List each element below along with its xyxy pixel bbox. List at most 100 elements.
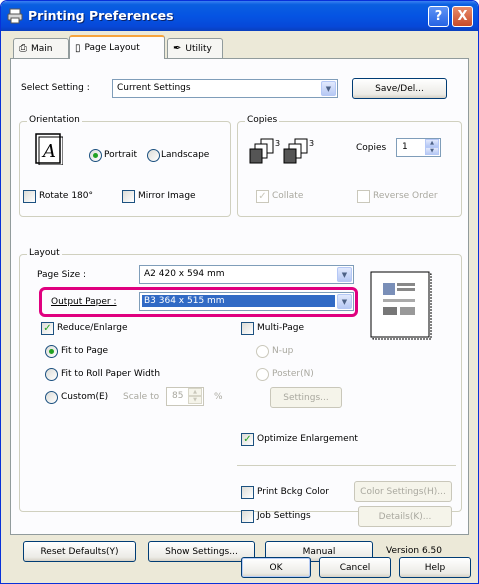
show-settings-label: Show Settings... <box>165 546 238 557</box>
svg-text:3: 3 <box>309 139 314 148</box>
orientation-title: Orientation <box>27 115 82 125</box>
layout-separator <box>237 465 456 466</box>
copies-label: Copies <box>356 143 387 153</box>
printing-preferences-window: Printing Preferences ? X ⎙ Main ▯ Page L… <box>0 0 479 584</box>
n-up-label: N-up <box>272 346 294 356</box>
reduce-enlarge-label: Reduce/Enlarge <box>57 323 128 333</box>
multi-page-label: Multi-Page <box>257 323 305 333</box>
portrait-label: Portrait <box>104 150 138 160</box>
output-paper-dropdown[interactable]: B3 364 x 515 mm ▼ <box>139 292 354 311</box>
window-title: Printing Preferences <box>28 8 174 23</box>
color-settings-label: Color Settings(H)... <box>360 486 446 497</box>
page-layout-icon: ▯ <box>75 42 81 54</box>
spin-down-icon[interactable]: ▼ <box>188 396 202 404</box>
print-bckg-color-label: Print Bckg Color <box>257 487 329 497</box>
svg-text:A: A <box>41 141 56 162</box>
manual-label: Manual <box>302 546 336 557</box>
help-title-button[interactable]: ? <box>428 6 449 27</box>
ok-button[interactable]: OK <box>241 557 311 578</box>
layout-title: Layout <box>27 248 62 258</box>
version-label: Version 6.50 <box>386 546 442 556</box>
percent-label: % <box>214 392 223 402</box>
save-del-label: Save/Del... <box>375 83 424 94</box>
chevron-down-icon: ▼ <box>337 294 352 309</box>
cancel-button[interactable]: Cancel <box>319 557 391 578</box>
n-up-radio[interactable] <box>256 345 269 358</box>
select-setting-label: Select Setting : <box>21 83 90 93</box>
job-settings-checkbox[interactable] <box>241 510 254 523</box>
optimize-enlargement-checkbox[interactable]: ✓ <box>241 433 254 446</box>
optimize-enlargement-label: Optimize Enlargement <box>257 434 358 444</box>
scale-stepper[interactable]: 85 ▲ ▼ <box>166 387 204 406</box>
landscape-label: Landscape <box>161 150 210 160</box>
collate-label: Collate <box>272 191 304 201</box>
copies-stepper[interactable]: 1 ▲ ▼ <box>396 138 441 157</box>
page-size-label: Page Size : <box>37 270 87 280</box>
printer-icon <box>7 8 23 24</box>
reverse-order-checkbox[interactable] <box>357 190 370 203</box>
custom-radio[interactable] <box>45 391 58 404</box>
landscape-radio[interactable] <box>147 149 160 162</box>
scale-value: 85 <box>172 391 184 401</box>
tab-page-layout-label: Page Layout <box>84 43 140 53</box>
show-settings-button[interactable]: Show Settings... <box>148 541 255 562</box>
svg-text:3: 3 <box>275 139 280 148</box>
details-label: Details(K)... <box>378 511 432 522</box>
page-size-value: A2 420 x 594 mm <box>144 269 225 279</box>
tab-utility[interactable]: ✒ Utility <box>167 38 223 58</box>
copies-group: Copies <box>237 115 462 217</box>
save-del-button[interactable]: Save/Del... <box>352 78 447 99</box>
reset-defaults-label: Reset Defaults(Y) <box>40 546 119 557</box>
chevron-down-icon: ▼ <box>337 267 352 282</box>
help-label: Help <box>424 562 446 573</box>
close-icon: X <box>457 9 468 24</box>
spin-down-icon[interactable]: ▼ <box>425 147 439 155</box>
rotate-180-label: Rotate 180° <box>39 191 94 201</box>
select-setting-value: Current Settings <box>117 83 191 93</box>
fit-to-page-label: Fit to Page <box>61 346 109 356</box>
mirror-image-label: Mirror Image <box>138 191 196 201</box>
details-button[interactable]: Details(K)... <box>358 506 452 527</box>
cancel-label: Cancel <box>339 562 371 573</box>
close-button[interactable]: X <box>452 6 473 27</box>
output-paper-label: Output Paper : <box>51 297 117 307</box>
fit-to-roll-label: Fit to Roll Paper Width <box>61 369 161 379</box>
poster-radio[interactable] <box>256 368 269 381</box>
collate-pages-icon: 3 3 <box>249 138 314 164</box>
page-preview-icon <box>370 271 432 340</box>
reduce-enlarge-checkbox[interactable]: ✓ <box>41 322 54 335</box>
job-settings-label: Job Settings <box>257 511 311 521</box>
reset-defaults-button[interactable]: Reset Defaults(Y) <box>23 541 136 562</box>
help-icon: ? <box>434 9 443 24</box>
help-button[interactable]: Help <box>399 557 471 578</box>
fit-to-page-radio[interactable] <box>45 345 58 358</box>
wrench-icon: ✒ <box>173 43 182 54</box>
title-bar[interactable]: Printing Preferences ? X <box>1 1 478 31</box>
ok-label: OK <box>269 562 283 573</box>
tab-main-label: Main <box>31 43 53 54</box>
tab-main[interactable]: ⎙ Main <box>13 38 69 58</box>
print-bckg-color-checkbox[interactable] <box>241 486 254 499</box>
settings-button[interactable]: Settings... <box>270 387 342 408</box>
chevron-down-icon: ▼ <box>321 81 336 96</box>
scale-to-label: Scale to <box>123 392 160 402</box>
color-settings-button[interactable]: Color Settings(H)... <box>354 481 452 502</box>
collate-checkbox[interactable]: ✓ <box>256 190 269 203</box>
output-paper-value: B3 364 x 515 mm <box>142 295 335 307</box>
page-size-dropdown[interactable]: A2 420 x 594 mm ▼ <box>139 265 354 284</box>
multi-page-checkbox[interactable] <box>241 322 254 335</box>
rotate-180-checkbox[interactable] <box>23 190 36 203</box>
reverse-order-label: Reverse Order <box>373 191 438 201</box>
portrait-preview-icon: A <box>35 133 63 165</box>
spin-up-icon[interactable]: ▲ <box>188 388 202 396</box>
select-setting-dropdown[interactable]: Current Settings ▼ <box>112 79 338 98</box>
fit-to-roll-radio[interactable] <box>45 368 58 381</box>
mirror-image-checkbox[interactable] <box>122 190 135 203</box>
printer-icon: ⎙ <box>19 43 27 54</box>
tab-page-layout[interactable]: ▯ Page Layout <box>69 35 165 59</box>
copies-title: Copies <box>245 115 280 125</box>
poster-label: Poster(N) <box>272 369 314 379</box>
spin-up-icon[interactable]: ▲ <box>425 139 439 147</box>
custom-label: Custom(E) <box>61 392 109 402</box>
portrait-radio[interactable] <box>89 149 102 162</box>
